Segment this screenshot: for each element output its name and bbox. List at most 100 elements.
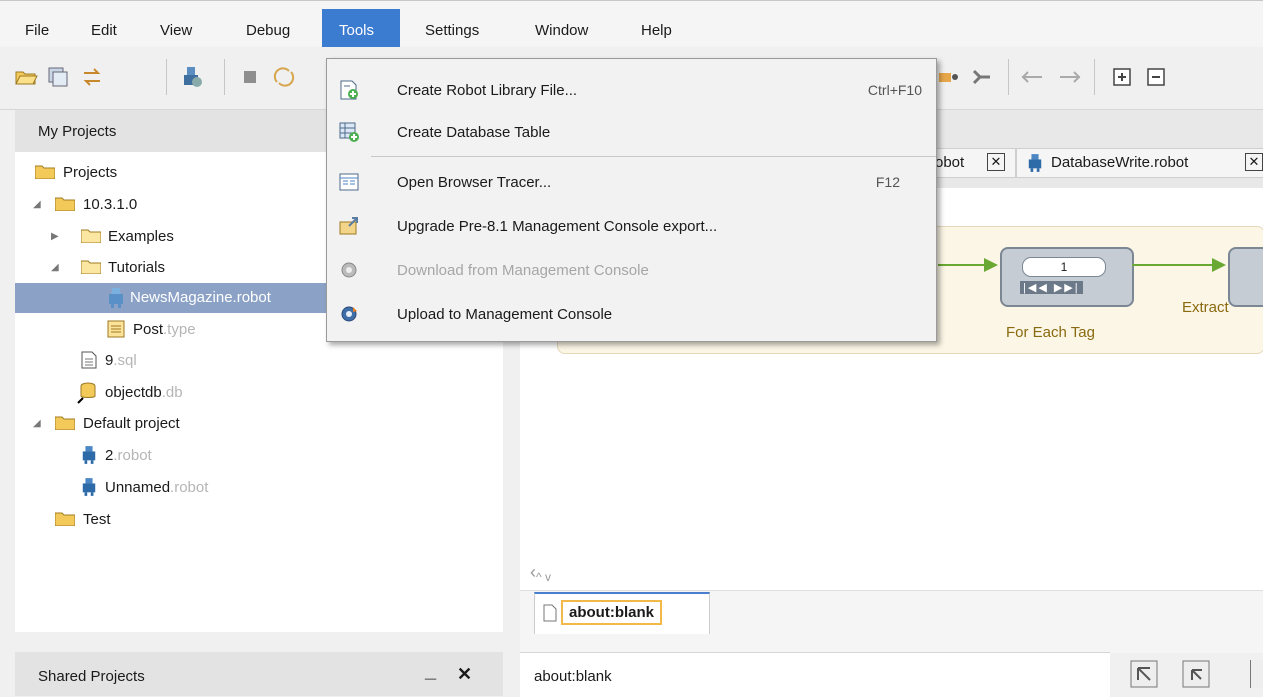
address-bar[interactable]: about:blank: [520, 652, 1110, 697]
menu-settings[interactable]: Settings: [425, 22, 479, 39]
toolbar-separator: [1094, 59, 1095, 95]
tree-label: Examples: [108, 228, 174, 245]
tree-item-post[interactable]: Post.type: [33, 317, 333, 343]
open-folder-icon: [55, 512, 75, 526]
tree-item-default-project[interactable]: ◢ Default project: [33, 411, 333, 437]
close-icon[interactable]: ✕: [457, 664, 472, 685]
flow-arrow: [938, 258, 998, 272]
collapse-triangle-icon[interactable]: ◢: [33, 199, 41, 210]
tree-item-unnamed[interactable]: Unnamed.robot: [33, 475, 333, 501]
expand-triangle-icon[interactable]: ▶: [51, 231, 59, 242]
collapse-triangle-icon[interactable]: ◢: [33, 418, 41, 429]
open-folder-icon[interactable]: [14, 65, 38, 89]
address-text: about:blank: [534, 668, 612, 685]
loop-counter: 1: [1022, 257, 1106, 277]
menu-item-label: Upload to Management Console: [397, 306, 613, 323]
next-frame-button[interactable]: [1250, 660, 1263, 688]
menu-item-label: Create Database Table: [397, 124, 551, 141]
flow-arrow: [1132, 258, 1226, 272]
tree-item-newsmagazine[interactable]: NewsMagazine.robot: [15, 283, 327, 313]
save-all-icon[interactable]: [46, 65, 70, 89]
toolbar-separator: [1008, 59, 1009, 95]
for-each-tag-step[interactable]: 1 |◀◀ ▶▶|: [1000, 247, 1134, 307]
robot-run-icon[interactable]: [180, 65, 204, 89]
tree-label: Unnamed.robot: [105, 479, 209, 496]
menu-item-create-database-table[interactable]: Create Database Table: [327, 115, 936, 151]
menu-item-upload-console[interactable]: Upload to Management Console: [327, 297, 936, 333]
upgrade-export-icon: [339, 217, 358, 235]
menu-item-label: Open Browser Tracer...: [397, 174, 552, 191]
menu-item-upgrade-console-export[interactable]: Upgrade Pre-8.1 Management Console expor…: [327, 209, 936, 245]
tree-label: 9.sql: [105, 352, 137, 369]
upload-globe-icon: [341, 306, 357, 322]
loop-navigation[interactable]: |◀◀ ▶▶|: [1020, 281, 1083, 294]
browser-tracer-icon: [339, 173, 359, 191]
tree-item-examples[interactable]: ▶ Examples: [33, 224, 333, 250]
type-file-icon: [107, 320, 125, 338]
expand-left-icon[interactable]: [1020, 65, 1044, 89]
open-folder-icon: [35, 165, 55, 179]
tree-item-tutorials[interactable]: ◢ Tutorials: [33, 255, 333, 281]
tree-label: Tutorials: [108, 259, 165, 276]
menu-window[interactable]: Window: [535, 22, 588, 39]
tree-label: Post.type: [133, 321, 196, 338]
toolbar-separator: [224, 59, 225, 95]
tree-label: Projects: [63, 164, 118, 181]
tools-menu-dropdown: Create Robot Library File... Ctrl+F10 Cr…: [326, 58, 937, 342]
tree-item-robot-2[interactable]: 2.robot: [33, 443, 333, 469]
menu-item-label: Create Robot Library File...: [397, 82, 578, 99]
robot-library-icon: [340, 80, 358, 100]
tree-item-sql[interactable]: 9.sql: [33, 348, 333, 374]
tree-item-projects[interactable]: Projects: [33, 160, 333, 186]
previous-frame-icon[interactable]: [1182, 660, 1210, 688]
close-icon[interactable]: ✕: [1245, 153, 1263, 171]
tree-label: Default project: [83, 415, 180, 432]
menu-item-shortcut: F12: [875, 174, 900, 190]
menu-item-open-browser-tracer[interactable]: Open Browser Tracer... F12: [327, 165, 936, 201]
menu-edit[interactable]: Edit: [91, 22, 117, 39]
robot-icon: [82, 478, 96, 496]
menu-item-label: Download from Management Console: [397, 262, 649, 279]
editor-tab[interactable]: obot ✕: [932, 148, 1016, 178]
page-icon: [543, 604, 557, 622]
robot-icon: [109, 288, 123, 308]
menu-item-download-console[interactable]: Download from Management Console: [327, 253, 936, 289]
minimize-icon[interactable]: _: [425, 660, 436, 683]
menu-view[interactable]: View: [160, 22, 192, 39]
menu-debug[interactable]: Debug: [246, 22, 290, 39]
collapse-all-icon[interactable]: [1144, 65, 1168, 89]
database-table-icon: [339, 122, 359, 142]
browser-tab[interactable]: about:blank: [534, 592, 710, 634]
editor-tab[interactable]: DatabaseWrite.robot ✕: [1016, 148, 1263, 178]
expand-right-icon[interactable]: [1058, 65, 1082, 89]
panel-title: My Projects: [38, 123, 117, 140]
menu-file[interactable]: File: [25, 22, 49, 39]
menu-help[interactable]: Help: [641, 22, 672, 39]
refresh-icon[interactable]: [272, 65, 296, 89]
menu-item-create-robot-library[interactable]: Create Robot Library File... Ctrl+F10: [327, 73, 936, 109]
sync-icon[interactable]: [80, 65, 104, 89]
first-frame-icon[interactable]: [1130, 660, 1158, 688]
folder-icon: [81, 260, 101, 274]
close-icon[interactable]: ✕: [987, 153, 1005, 171]
menu-separator: [371, 156, 936, 157]
database-icon: [77, 382, 96, 404]
panel-title: Shared Projects: [38, 668, 145, 685]
stop-icon[interactable]: [238, 65, 262, 89]
chevrons-icon[interactable]: ^ v: [536, 570, 551, 584]
tree-item-objectdb[interactable]: objectdb.db: [33, 380, 333, 406]
menu-item-shortcut: Ctrl+F10: [867, 82, 922, 98]
collapse-triangle-icon[interactable]: ◢: [51, 262, 59, 273]
step-forward-icon[interactable]: [936, 65, 960, 89]
menu-tools[interactable]: Tools: [322, 9, 400, 47]
extract-step[interactable]: [1228, 247, 1263, 307]
tree-label: 10.3.1.0: [83, 196, 138, 213]
tree-item-test[interactable]: Test: [33, 507, 333, 533]
menu-tools-label: Tools: [339, 22, 375, 39]
step-label: Extract: [1182, 299, 1229, 316]
open-folder-icon: [55, 416, 75, 430]
tab-label: about:blank: [561, 600, 662, 625]
step-into-icon[interactable]: [970, 65, 994, 89]
tree-item-version[interactable]: ◢ 10.3.1.0: [33, 192, 333, 218]
expand-all-icon[interactable]: [1110, 65, 1134, 89]
